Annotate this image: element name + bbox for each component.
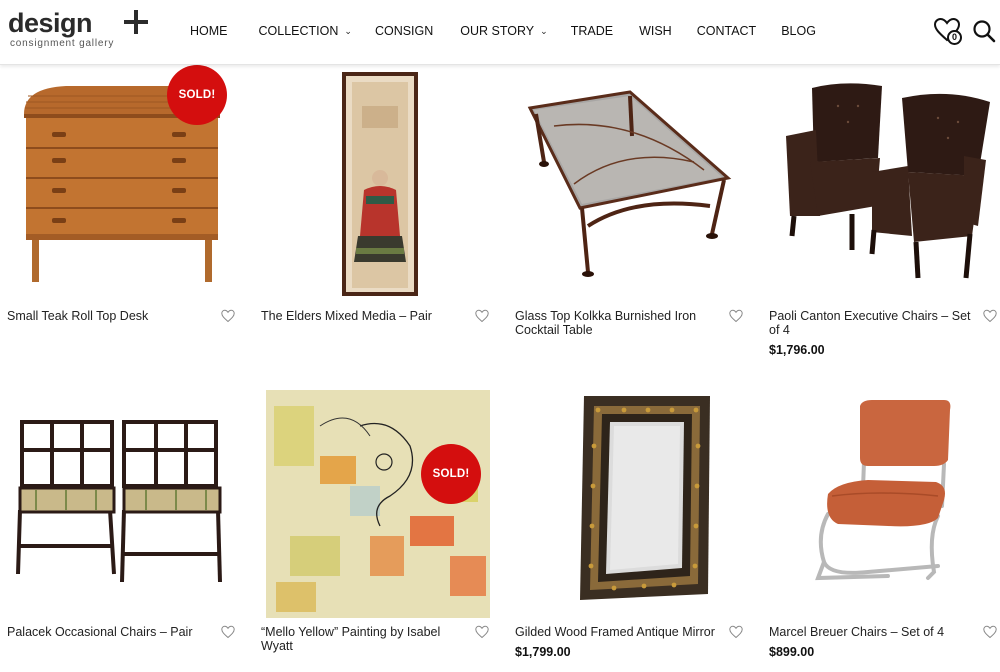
site-logo[interactable]: design consignment gallery — [8, 8, 158, 52]
logo-tagline: consignment gallery — [10, 38, 115, 49]
nav-contact[interactable]: CONTACT — [697, 22, 757, 40]
nav-trade[interactable]: TRADE — [571, 22, 613, 40]
nav-wish-label: WISH — [639, 24, 672, 38]
product-image-painting[interactable] — [260, 386, 490, 622]
search-button[interactable] — [972, 19, 996, 43]
product-image-executive-chairs[interactable] — [768, 66, 998, 302]
chevron-down-icon: ⌄ — [344, 26, 352, 36]
header-icons: 0 — [934, 14, 996, 48]
product-image-mirror[interactable] — [514, 386, 744, 622]
nav-contact-label: CONTACT — [696, 24, 757, 38]
product-card[interactable]: Marcel Breuer Chairs – Set of 4 $899.00 — [762, 382, 1000, 672]
nav-our-story-label: OUR STORY — [460, 24, 535, 38]
product-title[interactable]: The Elders Mixed Media – Pair — [261, 309, 466, 323]
heart-icon[interactable] — [475, 625, 489, 639]
product-title[interactable]: Paoli Canton Executive Chairs – Set of 4 — [769, 309, 974, 337]
chevron-down-icon: ⌄ — [540, 26, 548, 36]
product-card[interactable]: Gilded Wood Framed Antique Mirror $1,799… — [508, 382, 762, 672]
wishlist-count: 0 — [947, 30, 962, 45]
product-image-scroll-art[interactable] — [260, 66, 490, 302]
product-price: $1,799.00 — [515, 645, 571, 659]
product-card[interactable]: SOLD! “Mello Yellow” Painting by Isabel … — [254, 382, 508, 672]
heart-icon[interactable] — [729, 625, 743, 639]
wishlist-button[interactable]: 0 — [934, 16, 964, 46]
product-title[interactable]: Gilded Wood Framed Antique Mirror — [515, 625, 720, 639]
heart-icon[interactable] — [221, 625, 235, 639]
heart-icon[interactable] — [983, 625, 997, 639]
product-card[interactable]: SOLD! Small Teak Roll Top Desk — [0, 65, 254, 366]
nav-collection-label: COLLECTION — [258, 24, 339, 38]
product-image-cantilever-chair[interactable] — [768, 386, 998, 622]
product-price: $899.00 — [769, 645, 815, 659]
nav-consign-label: CONSIGN — [374, 24, 434, 38]
product-title[interactable]: Marcel Breuer Chairs – Set of 4 — [769, 625, 974, 639]
heart-icon[interactable] — [729, 309, 743, 323]
product-price: $1,796.00 — [769, 343, 825, 357]
logo-plus-icon — [124, 10, 148, 34]
heart-icon[interactable] — [475, 309, 489, 323]
nav-home-label: HOME — [190, 24, 228, 38]
sold-badge: SOLD! — [421, 444, 481, 504]
product-card[interactable]: The Elders Mixed Media – Pair — [254, 66, 508, 366]
heart-icon[interactable] — [983, 309, 997, 323]
nav-collection[interactable]: COLLECTION ⌄ — [259, 22, 352, 40]
heart-icon[interactable] — [221, 309, 235, 323]
product-title[interactable]: Small Teak Roll Top Desk — [7, 309, 212, 323]
nav-wish[interactable]: WISH — [639, 22, 672, 40]
nav-blog-label: BLOG — [781, 24, 816, 38]
product-title[interactable]: Palacek Occasional Chairs – Pair — [7, 625, 212, 639]
main-nav: HOME COLLECTION ⌄ CONSIGN OUR STORY ⌄ TRAD… — [190, 22, 816, 40]
product-card[interactable]: Glass Top Kolkka Burnished Iron Cocktail… — [508, 66, 762, 366]
search-icon — [973, 20, 996, 43]
sold-badge: SOLD! — [167, 65, 227, 125]
product-image-table[interactable] — [514, 66, 744, 302]
product-card[interactable]: Palacek Occasional Chairs – Pair — [0, 382, 254, 672]
nav-blog[interactable]: BLOG — [781, 22, 816, 40]
product-title[interactable]: Glass Top Kolkka Burnished Iron Cocktail… — [515, 309, 720, 337]
nav-trade-label: TRADE — [570, 24, 614, 38]
product-title[interactable]: “Mello Yellow” Painting by Isabel Wyatt — [261, 625, 466, 653]
logo-wordmark: design — [8, 8, 93, 38]
nav-consign[interactable]: CONSIGN — [375, 22, 433, 40]
nav-our-story[interactable]: OUR STORY ⌄ — [460, 22, 547, 40]
site-header: design consignment gallery HOME COLLECTI… — [0, 0, 1000, 65]
product-image-rattan-chairs[interactable] — [6, 386, 236, 622]
product-card[interactable]: Paoli Canton Executive Chairs – Set of 4… — [762, 66, 1000, 366]
nav-home[interactable]: HOME — [190, 22, 228, 40]
